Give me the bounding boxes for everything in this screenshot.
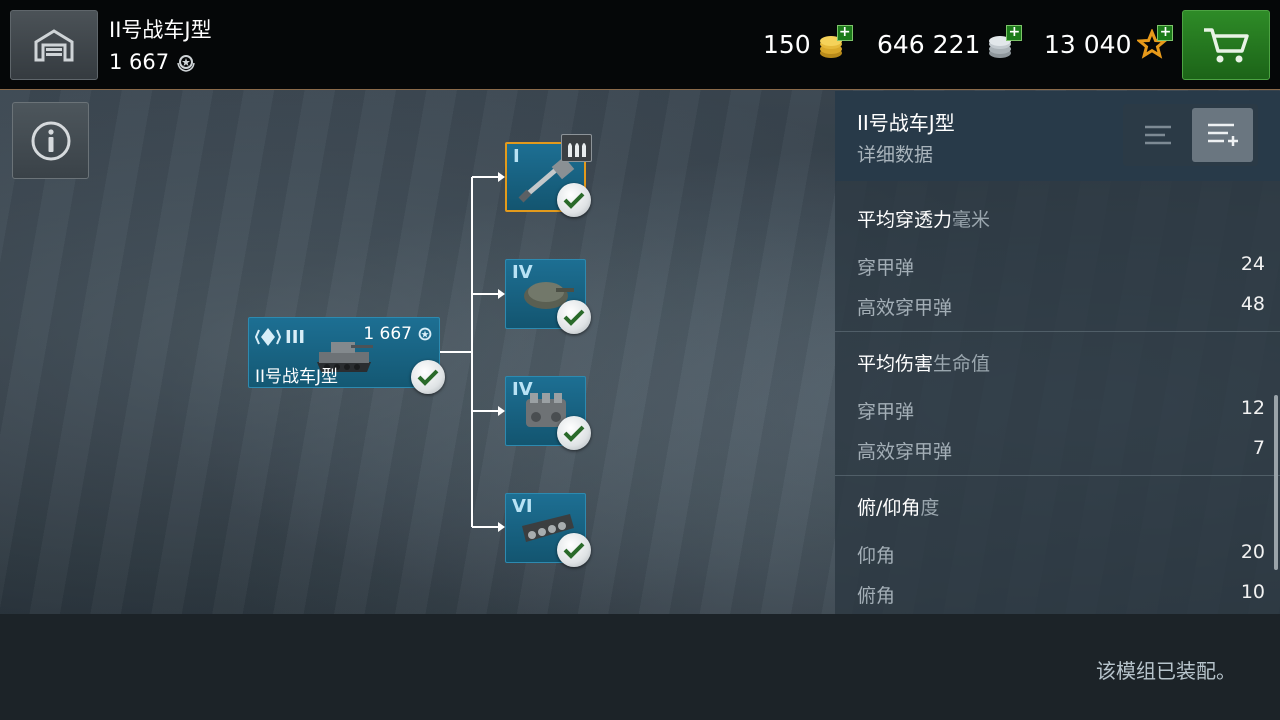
xp-icon xyxy=(418,327,432,341)
stat-label: 穿甲弹 xyxy=(857,401,915,423)
stat-label: 俯角 xyxy=(857,585,896,607)
section-title-text: 俯/仰角 xyxy=(857,497,921,519)
compact-view-button[interactable] xyxy=(1127,108,1188,162)
engine-researched-check-icon xyxy=(557,416,591,450)
list-icon xyxy=(1144,125,1171,145)
stat-value: 7 xyxy=(1252,437,1265,459)
tank-class-icon xyxy=(255,328,281,346)
section-unit: 生命值 xyxy=(933,353,991,375)
section-title-text: 平均伤害 xyxy=(857,353,934,375)
section-unit: 度 xyxy=(920,497,940,519)
details-panel-header: II号战车J型 详细数据 xyxy=(835,91,1280,181)
stat-label: 穿甲弹 xyxy=(857,257,915,279)
details-scrollbar[interactable] xyxy=(1274,395,1278,570)
suspension-researched-check-icon xyxy=(557,533,591,567)
section-divider xyxy=(835,475,1280,476)
gun-researched-check-icon xyxy=(557,183,591,217)
details-panel-title: II号战车J型 xyxy=(857,111,955,135)
section-title-text: 平均穿透力 xyxy=(857,209,953,231)
detailed-view-button[interactable] xyxy=(1192,108,1253,162)
stat-value: 20 xyxy=(1240,541,1265,563)
stat-row: 高效穿甲弹 48 xyxy=(857,293,1265,320)
stat-value: 48 xyxy=(1240,293,1265,315)
stat-row: 穿甲弹 12 xyxy=(857,397,1265,424)
view-mode-toggle xyxy=(1123,104,1258,166)
stat-value: 24 xyxy=(1240,253,1265,275)
stat-label: 高效穿甲弹 xyxy=(857,297,953,319)
section-title-damage: 平均伤害生命值 xyxy=(857,349,990,376)
stat-row: 俯角 10 xyxy=(857,581,1265,608)
stat-row: 仰角 20 xyxy=(857,541,1265,568)
stat-value: 10 xyxy=(1240,581,1265,603)
list-add-icon xyxy=(1207,123,1238,146)
stat-row: 高效穿甲弹 7 xyxy=(857,437,1265,464)
tank-node[interactable]: III 1 667 II号战车J型 xyxy=(248,317,445,394)
turret-researched-check-icon xyxy=(557,300,591,334)
stat-value: 12 xyxy=(1240,397,1265,419)
section-title-gun-angles: 俯/仰角度 xyxy=(857,493,939,520)
details-panel: II号战车J型 详细数据 平均穿透力毫米 穿甲弹 24 高效穿甲弹 48 平均伤害生… xyxy=(835,91,1280,614)
section-unit: 毫米 xyxy=(952,209,991,231)
status-message: 该模组已装配。 xyxy=(1096,659,1236,683)
tank-researched-check-icon xyxy=(411,360,445,394)
stat-label: 高效穿甲弹 xyxy=(857,441,953,463)
details-panel-subtitle: 详细数据 xyxy=(857,144,934,166)
tank-node-name: II号战车J型 xyxy=(255,367,339,387)
section-title-penetration: 平均穿透力毫米 xyxy=(857,205,990,232)
tank-tier: III xyxy=(255,326,305,348)
bottom-bar: 该模组已装配。 xyxy=(0,614,1280,720)
section-divider xyxy=(835,331,1280,332)
ammo-icon xyxy=(561,134,592,162)
tank-tier-label: III xyxy=(285,326,306,348)
stat-row: 穿甲弹 24 xyxy=(857,253,1265,280)
stat-label: 仰角 xyxy=(857,545,896,567)
